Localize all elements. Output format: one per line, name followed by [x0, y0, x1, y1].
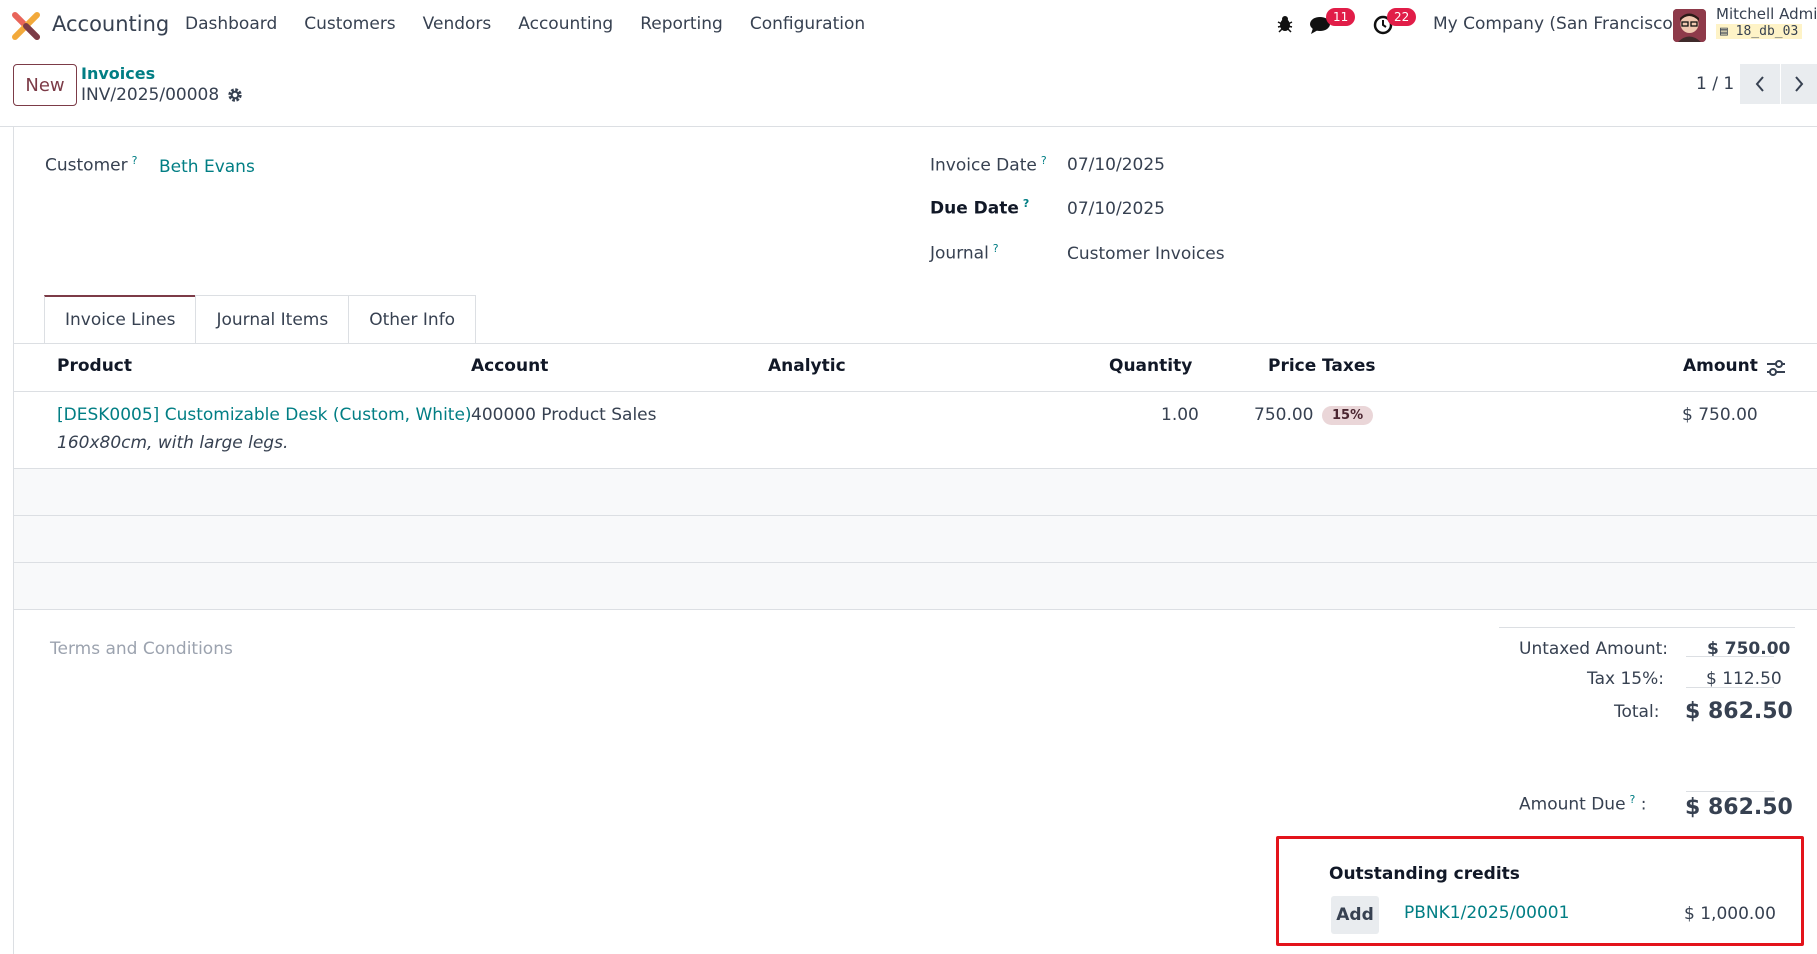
- tax-tag[interactable]: 15%: [1322, 406, 1374, 425]
- form-sheet: Customer? Beth Evans Invoice Date? 07/10…: [13, 127, 1817, 954]
- help-icon[interactable]: ?: [1630, 793, 1636, 806]
- bug-icon[interactable]: [1275, 14, 1295, 34]
- column-quantity[interactable]: Quantity: [1109, 356, 1192, 376]
- totals-divider: [1686, 687, 1774, 688]
- credit-reference-link[interactable]: PBNK1/2025/00001: [1404, 903, 1569, 923]
- totals-divider: [1686, 656, 1774, 657]
- column-price[interactable]: Price: [1268, 356, 1316, 376]
- customer-field[interactable]: Beth Evans: [159, 157, 255, 177]
- total-label: Total:: [1614, 702, 1660, 722]
- credit-amount: $ 1,000.00: [1684, 904, 1776, 924]
- untaxed-amount-label: Untaxed Amount:: [1519, 639, 1669, 659]
- menu-customers[interactable]: Customers: [304, 14, 395, 34]
- empty-row: [14, 469, 1817, 515]
- due-date-field[interactable]: 07/10/2025: [1067, 199, 1165, 219]
- outstanding-credits-title: Outstanding credits: [1329, 864, 1520, 884]
- gear-icon[interactable]: [227, 87, 243, 103]
- column-settings-icon[interactable]: [1765, 358, 1787, 378]
- column-product[interactable]: Product: [57, 356, 132, 376]
- tax-value: $ 112.50: [1706, 669, 1782, 689]
- tab-invoice-lines[interactable]: Invoice Lines: [44, 295, 197, 343]
- header-divider: [14, 391, 1817, 392]
- menu-accounting[interactable]: Accounting: [518, 14, 613, 34]
- tab-journal-items[interactable]: Journal Items: [195, 295, 350, 343]
- line-quantity[interactable]: 1.00: [1161, 405, 1199, 425]
- line-amount: $ 750.00: [1682, 405, 1758, 425]
- database-badge: ▤ 18_db_03: [1716, 24, 1803, 39]
- messages-badge: 11: [1326, 8, 1356, 26]
- help-icon[interactable]: ?: [1041, 154, 1047, 167]
- tax-label: Tax 15%:: [1587, 669, 1664, 689]
- chevron-right-icon: [1795, 76, 1804, 92]
- menu-dashboard[interactable]: Dashboard: [185, 14, 277, 34]
- activities-badge: 22: [1387, 8, 1417, 26]
- add-credit-button[interactable]: Add: [1331, 896, 1379, 934]
- line-price[interactable]: 750.00: [1254, 405, 1313, 425]
- line-account[interactable]: 400000 Product Sales: [471, 405, 657, 425]
- user-name[interactable]: Mitchell Admin: [1716, 5, 1817, 23]
- notebook-tabs: Invoice Lines Journal Items Other Info: [44, 295, 477, 343]
- help-icon[interactable]: ?: [132, 154, 138, 167]
- accounting-app-icon[interactable]: [12, 12, 40, 40]
- pager-next-button[interactable]: [1781, 64, 1817, 104]
- main-menu: Dashboard Customers Vendors Accounting R…: [185, 14, 892, 34]
- tab-other-info[interactable]: Other Info: [348, 295, 477, 343]
- totals-divider: [1499, 627, 1795, 628]
- breadcrumb-invoices[interactable]: Invoices: [81, 64, 155, 83]
- pager-value[interactable]: 1 / 1: [1696, 74, 1734, 94]
- journal-label: Journal?: [930, 242, 999, 264]
- empty-row: [14, 516, 1817, 562]
- pager-previous-button[interactable]: [1740, 64, 1780, 104]
- column-amount[interactable]: Amount: [1683, 356, 1758, 376]
- menu-configuration[interactable]: Configuration: [750, 14, 865, 34]
- help-icon[interactable]: ?: [1023, 197, 1029, 210]
- menu-vendors[interactable]: Vendors: [423, 14, 492, 34]
- company-switcher[interactable]: My Company (San Francisco): [1433, 14, 1679, 34]
- row-divider: [14, 609, 1817, 610]
- column-account[interactable]: Account: [471, 356, 548, 376]
- invoice-date-field[interactable]: 07/10/2025: [1067, 155, 1165, 175]
- top-navbar: Accounting Dashboard Customers Vendors A…: [0, 0, 1817, 50]
- column-taxes[interactable]: Taxes: [1322, 356, 1376, 376]
- database-name: 18_db_03: [1735, 24, 1799, 39]
- avatar-icon: [1673, 9, 1706, 42]
- tabs-divider: [14, 343, 1817, 344]
- control-panel: New Invoices INV/2025/00008 1 / 1: [0, 50, 1817, 127]
- invoice-date-label: Invoice Date?: [930, 154, 1047, 176]
- amount-due-value: $ 862.50: [1685, 795, 1793, 820]
- due-date-label: Due Date?: [930, 197, 1030, 219]
- line-description[interactable]: 160x80cm, with large legs.: [57, 433, 288, 453]
- database-icon: ▤: [1720, 24, 1736, 39]
- chevron-left-icon: [1755, 76, 1764, 92]
- totals-divider: [1686, 791, 1774, 792]
- breadcrumb-current: INV/2025/00008: [81, 85, 243, 105]
- terms-input[interactable]: Terms and Conditions: [50, 639, 233, 659]
- user-avatar[interactable]: [1673, 9, 1706, 42]
- line-product[interactable]: [DESK0005] Customizable Desk (Custom, Wh…: [57, 405, 472, 425]
- customer-label: Customer?: [45, 154, 138, 176]
- empty-row: [14, 563, 1817, 609]
- journal-field[interactable]: Customer Invoices: [1067, 244, 1225, 264]
- menu-reporting[interactable]: Reporting: [640, 14, 723, 34]
- amount-due-label: Amount Due? :: [1519, 793, 1647, 815]
- column-analytic[interactable]: Analytic: [768, 356, 846, 376]
- app-name[interactable]: Accounting: [52, 12, 169, 36]
- total-value: $ 862.50: [1685, 699, 1793, 724]
- help-icon[interactable]: ?: [993, 242, 999, 255]
- outstanding-credits-panel: Outstanding credits Add PBNK1/2025/00001…: [1276, 836, 1804, 946]
- new-button[interactable]: New: [13, 64, 77, 106]
- record-name: INV/2025/00008: [81, 85, 220, 105]
